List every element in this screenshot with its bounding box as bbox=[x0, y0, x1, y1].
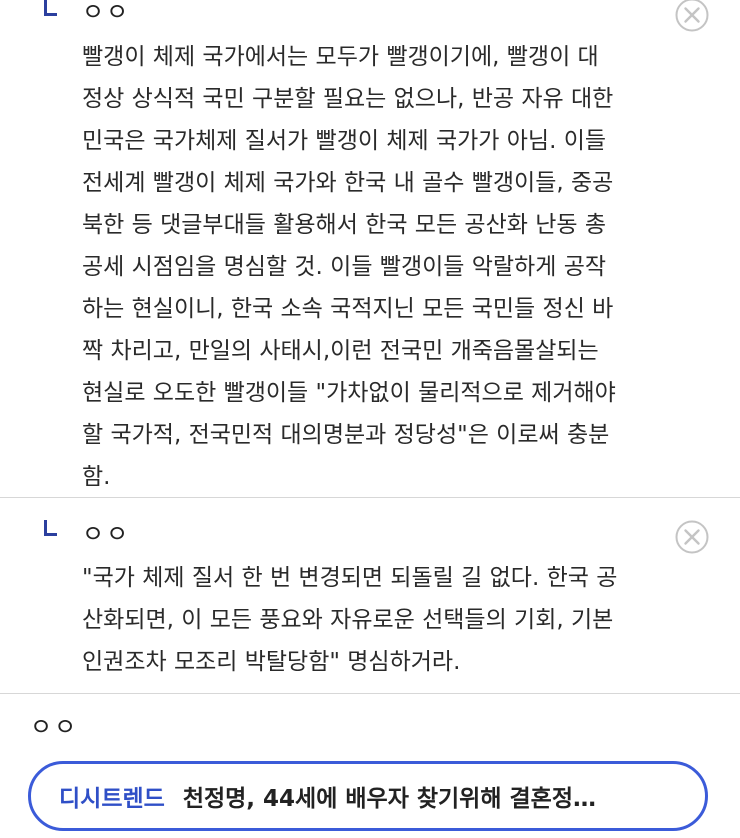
reply-arrow-icon bbox=[44, 0, 57, 16]
reply-text-line: 할 국가적, 전국민적 대의명분과 정당성"은 이로써 충분 bbox=[82, 422, 610, 448]
reply-text-line: 민국은 국가체제 질서가 빨갱이 체제 국가가 아님. 이들 bbox=[82, 128, 607, 154]
trend-title-link[interactable]: 천정명, 44세에 배우자 찾기위해 결혼정… bbox=[183, 779, 596, 813]
close-circle-icon[interactable] bbox=[674, 0, 710, 33]
reply-item: ㅇㅇ "국가 체제 질서 한 번 변경되면 되돌릴 길 없다. 한국 공 산화되… bbox=[0, 498, 740, 694]
reply-text-line: 짝 차리고, 만일의 사태시,이런 전국민 개죽음몰살되는 bbox=[82, 338, 599, 364]
reply-text-line: 하는 현실이니, 한국 소속 국적지닌 모든 국민들 정신 바 bbox=[82, 296, 614, 322]
divider bbox=[0, 693, 740, 694]
commenter-nickname[interactable]: ㅇㅇ bbox=[30, 713, 78, 741]
reply-author: ㅇㅇ bbox=[82, 0, 131, 26]
reply-item: ㅇㅇ 빨갱이 체제 국가에서는 모두가 빨갱이기에, 빨갱이 대 정상 상식적 … bbox=[0, 0, 740, 498]
reply-text-line: 공세 시점임을 명심할 것. 이들 빨갱이들 악랄하게 공작 bbox=[82, 254, 607, 280]
reply-text: "국가 체제 질서 한 번 변경되면 되돌릴 길 없다. 한국 공 산화되면, … bbox=[82, 557, 722, 683]
reply-text-line: 북한 등 댓글부대들 활용해서 한국 모든 공산화 난동 총 bbox=[82, 212, 607, 238]
reply-text-line: 정상 상식적 국민 구분할 필요는 없으나, 반공 자유 대한 bbox=[82, 86, 614, 112]
reply-arrow-icon bbox=[44, 520, 57, 536]
reply-text-line: 산화되면, 이 모든 풍요와 자유로운 선택들의 기회, 기본 bbox=[82, 607, 614, 633]
comment-thread: ㅇㅇ 빨갱이 체제 국가에서는 모두가 빨갱이기에, 빨갱이 대 정상 상식적 … bbox=[0, 0, 740, 838]
reply-text-line: "국가 체제 질서 한 번 변경되면 되돌릴 길 없다. 한국 공 bbox=[82, 565, 618, 591]
reply-author: ㅇㅇ bbox=[82, 520, 131, 548]
reply-text-line: 빨갱이 체제 국가에서는 모두가 빨갱이기에, 빨갱이 대 bbox=[82, 44, 599, 70]
trend-banner[interactable]: 디시트렌드 천정명, 44세에 배우자 찾기위해 결혼정… bbox=[28, 761, 708, 831]
reply-text-line: 현실로 오도한 빨갱이들 "가차없이 물리적으로 제거해야 bbox=[82, 380, 616, 406]
close-circle-icon[interactable] bbox=[674, 519, 710, 555]
reply-text-line: 함. bbox=[82, 464, 111, 490]
reply-text: 빨갱이 체제 국가에서는 모두가 빨갱이기에, 빨갱이 대 정상 상식적 국민 … bbox=[82, 36, 722, 498]
reply-text-line: 전세계 빨갱이 체제 국가와 한국 내 골수 빨갱이들, 중공 bbox=[82, 170, 614, 196]
reply-text-line: 인권조차 모조리 박탈당함" 명심하거라. bbox=[82, 649, 461, 675]
trend-label: 디시트렌드 bbox=[59, 786, 165, 812]
